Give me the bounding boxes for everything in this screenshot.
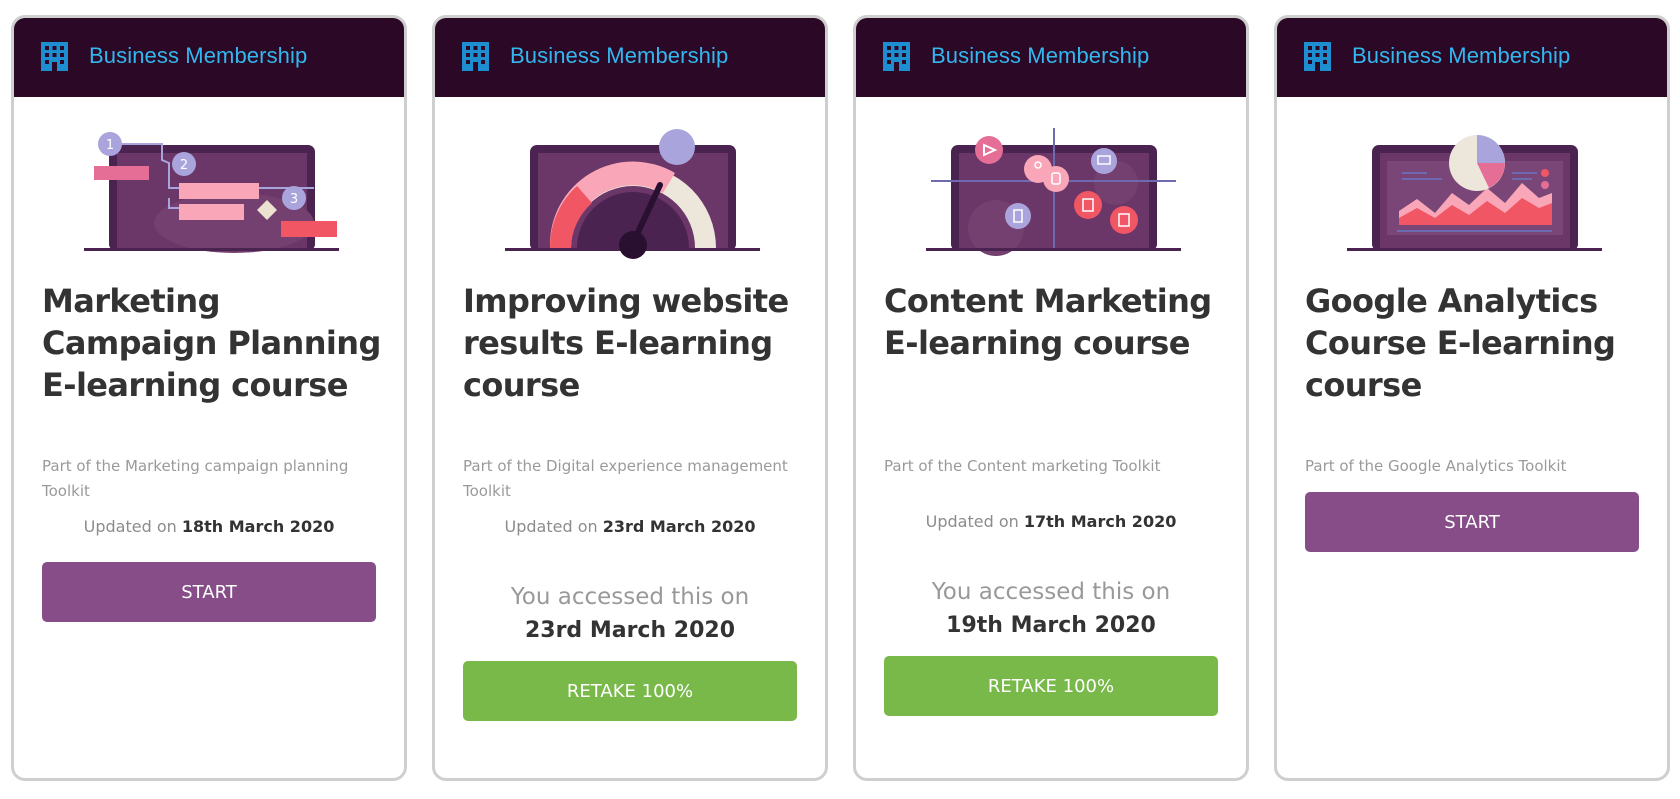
retake-button[interactable]: RETAKE 100% [884, 656, 1218, 716]
svg-text:2: 2 [180, 158, 188, 173]
course-card: Business Membership Google Analytics Cou… [1274, 15, 1670, 781]
start-button[interactable]: START [1305, 492, 1639, 552]
building-icon [883, 41, 910, 71]
course-title: Google Analytics Course E-learning cours… [1305, 282, 1616, 404]
updated-prefix: Updated on [504, 517, 598, 536]
updated-info: Updated on 23rd March 2020 [435, 517, 825, 536]
course-subtitle: Part of the Digital experience managemen… [463, 457, 788, 500]
accessed-info: You accessed this on 23rd March 2020 [435, 580, 825, 648]
updated-prefix: Updated on [83, 517, 177, 536]
course-card: Business Membership Improving website re… [432, 15, 828, 781]
course-card: Business Membership Content Marketing E-… [853, 15, 1249, 781]
updated-info: Updated on 17th March 2020 [856, 512, 1246, 531]
membership-label: Business Membership [510, 43, 729, 68]
course-subtitle: Part of the Marketing campaign planning … [42, 457, 349, 500]
course-card: Business Membership 1 2 3 Marketing Camp… [11, 15, 407, 781]
course-subtitle: Part of the Content marketing Toolkit [884, 457, 1161, 475]
building-icon [1304, 41, 1331, 71]
start-button[interactable]: START [42, 562, 376, 622]
content-icons-illustration [926, 128, 1181, 256]
card-header: Business Membership [435, 18, 825, 97]
accessed-prefix: You accessed this on [931, 579, 1171, 605]
card-header: Business Membership [856, 18, 1246, 97]
course-title: Marketing Campaign Planning E-learning c… [42, 282, 381, 404]
course-subtitle: Part of the Google Analytics Toolkit [1305, 457, 1567, 475]
gauge-illustration [505, 129, 760, 259]
updated-date: 23rd March 2020 [602, 517, 756, 536]
accessed-info: You accessed this on 19th March 2020 [856, 575, 1246, 643]
building-icon [41, 41, 68, 71]
course-title: Content Marketing E-learning course [884, 282, 1212, 362]
updated-date: 18th March 2020 [181, 517, 335, 536]
membership-label: Business Membership [1352, 43, 1571, 68]
card-header: Business Membership [1277, 18, 1667, 97]
accessed-date: 19th March 2020 [946, 613, 1156, 638]
accessed-date: 23rd March 2020 [524, 618, 736, 643]
card-header: Business Membership [14, 18, 404, 97]
membership-label: Business Membership [89, 43, 308, 68]
accessed-prefix: You accessed this on [510, 584, 750, 610]
membership-label: Business Membership [931, 43, 1150, 68]
building-icon [462, 41, 489, 71]
updated-info: Updated on 18th March 2020 [14, 517, 404, 536]
svg-text:1: 1 [106, 138, 114, 153]
analytics-chart-illustration [1347, 135, 1602, 251]
updated-date: 17th March 2020 [1023, 512, 1177, 531]
course-title: Improving website results E-learning cou… [463, 282, 789, 404]
campaign-planning-illustration: 1 2 3 [84, 132, 339, 253]
updated-prefix: Updated on [925, 512, 1019, 531]
retake-button[interactable]: RETAKE 100% [463, 661, 797, 721]
svg-text:3: 3 [290, 192, 298, 207]
